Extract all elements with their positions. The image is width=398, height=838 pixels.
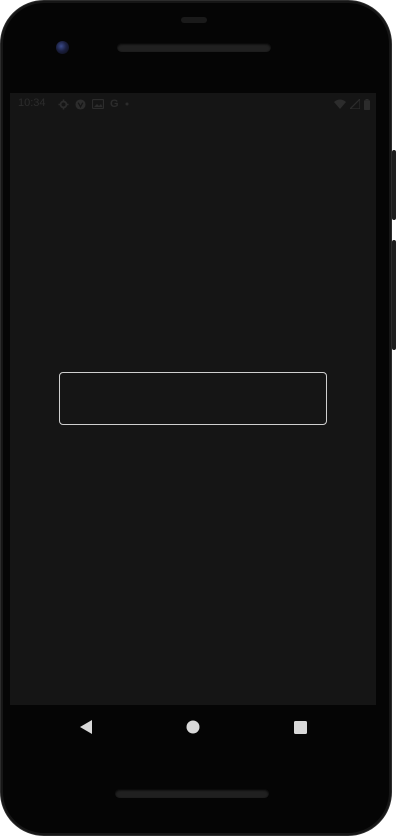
vpn-icon (75, 98, 86, 110)
recents-icon (293, 720, 307, 734)
earpiece (181, 17, 207, 23)
status-system-icons (334, 97, 370, 111)
bottom-speaker-grille (115, 789, 269, 798)
wifi-icon (334, 99, 346, 109)
settings-icon (58, 98, 69, 110)
navigation-bar (10, 705, 376, 749)
top-speaker-grille (117, 43, 271, 52)
status-time: 10:34 (18, 97, 46, 109)
cellular-icon (350, 99, 360, 109)
volume-button (392, 240, 396, 350)
recents-button[interactable] (290, 717, 310, 737)
back-button[interactable] (76, 717, 96, 737)
back-icon (80, 720, 92, 734)
home-icon (186, 720, 200, 734)
front-camera (56, 41, 69, 54)
text-input[interactable] (59, 372, 327, 425)
google-icon: G (110, 98, 119, 110)
power-button (392, 150, 396, 220)
image-icon (92, 99, 104, 109)
home-button[interactable] (183, 717, 203, 737)
screen: 10:34 G (10, 93, 376, 705)
battery-icon (364, 98, 370, 110)
status-bar: 10:34 G (10, 93, 376, 115)
dot-icon (125, 102, 129, 106)
phone-frame: 10:34 G (0, 0, 392, 836)
status-notification-icons: G (58, 97, 129, 111)
